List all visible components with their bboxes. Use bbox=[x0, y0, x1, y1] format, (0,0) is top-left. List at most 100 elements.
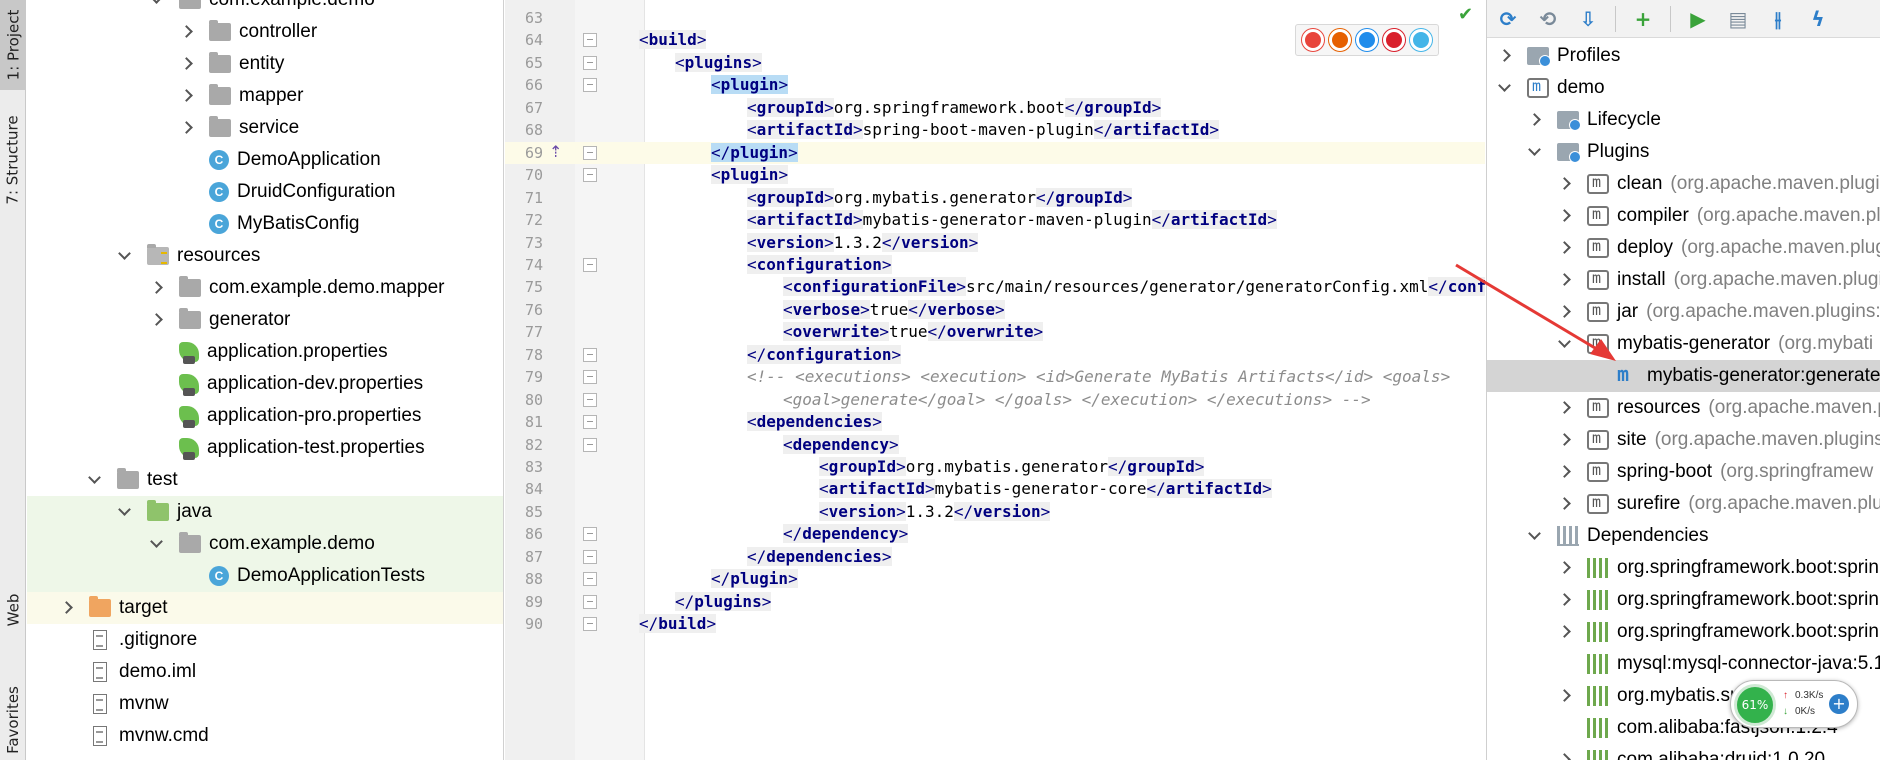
tree-item[interactable]: mapper bbox=[27, 80, 503, 112]
maven-tree-item[interactable]: Profiles bbox=[1487, 40, 1880, 72]
code-line[interactable]: 79 <!-- <executions> <execution> <id>Gene… bbox=[505, 366, 1485, 388]
tree-item[interactable]: test bbox=[27, 464, 503, 496]
code-line[interactable]: 83 <groupId>org.mybatis.generator</groupI… bbox=[505, 456, 1485, 478]
chevron-down-icon[interactable] bbox=[1527, 529, 1541, 543]
chevron-down-icon[interactable] bbox=[117, 249, 131, 263]
chevron-right-icon[interactable] bbox=[1557, 241, 1571, 255]
tree-item[interactable]: mvnw.cmd bbox=[27, 720, 503, 752]
code-line[interactable]: 69 </plugin> bbox=[505, 141, 1485, 164]
fold-marker-icon[interactable] bbox=[583, 617, 597, 632]
tree-item[interactable]: application-test.properties bbox=[27, 432, 503, 464]
chevron-right-icon[interactable] bbox=[1557, 433, 1571, 447]
fold-marker-icon[interactable] bbox=[583, 168, 597, 183]
tree-item[interactable]: application.properties bbox=[27, 336, 503, 368]
chevron-right-icon[interactable] bbox=[179, 89, 193, 103]
chevron-right-icon[interactable] bbox=[149, 313, 163, 327]
maven-tree-item[interactable]: com.alibaba:druid:1.0.20 bbox=[1487, 744, 1880, 760]
chrome-icon[interactable] bbox=[1302, 29, 1325, 51]
code-line[interactable]: 77 <overwrite>true</overwrite> bbox=[505, 321, 1485, 343]
maven-tree-item[interactable]: clean (org.apache.maven.plugin bbox=[1487, 168, 1880, 200]
fold-marker-icon[interactable] bbox=[583, 145, 597, 160]
tree-item[interactable]: com.example.demo bbox=[27, 0, 503, 16]
code-line[interactable]: 68 <artifactId>spring-boot-maven-plugin</… bbox=[505, 119, 1485, 141]
ie-icon[interactable] bbox=[1409, 29, 1432, 51]
code-line[interactable]: 66 <plugin> bbox=[505, 74, 1485, 96]
fold-marker-icon[interactable] bbox=[583, 33, 597, 48]
maven-tree-item[interactable]: Lifecycle bbox=[1487, 104, 1880, 136]
tree-item[interactable]: target bbox=[27, 592, 503, 624]
maven-tree-item[interactable]: demo bbox=[1487, 72, 1880, 104]
tree-item[interactable]: generator bbox=[27, 304, 503, 336]
chevron-down-icon[interactable] bbox=[149, 537, 163, 551]
chevron-down-icon[interactable] bbox=[149, 0, 163, 7]
chevron-right-icon[interactable] bbox=[59, 601, 73, 615]
chevron-right-icon[interactable] bbox=[1497, 49, 1511, 63]
maven-tree-item[interactable]: Dependencies bbox=[1487, 520, 1880, 552]
chevron-right-icon[interactable] bbox=[1557, 401, 1571, 415]
code-line[interactable]: 71 <groupId>org.mybatis.generator</groupI… bbox=[505, 187, 1485, 209]
code-line[interactable]: 88 </plugin> bbox=[505, 568, 1485, 590]
code-line[interactable]: 86 </dependency> bbox=[505, 523, 1485, 545]
tree-item[interactable]: .gitignore bbox=[27, 624, 503, 656]
maven-tree-item[interactable]: resources (org.apache.maven.pl bbox=[1487, 392, 1880, 424]
chevron-right-icon[interactable] bbox=[1557, 465, 1571, 479]
code-line[interactable]: 84 <artifactId>mybatis-generator-core</ar… bbox=[505, 478, 1485, 500]
overridden-method-icon[interactable]: ⇡ bbox=[549, 142, 565, 164]
plus-icon[interactable]: + bbox=[1829, 694, 1849, 714]
download-icon[interactable]: ⇩ bbox=[1575, 6, 1601, 32]
fold-marker-icon[interactable] bbox=[583, 527, 597, 542]
add-project-icon[interactable]: + bbox=[1630, 6, 1656, 32]
fold-marker-icon[interactable] bbox=[583, 55, 597, 70]
maven-tree-item[interactable]: compiler (org.apache.maven.pl bbox=[1487, 200, 1880, 232]
reimport-icon[interactable]: ⟳ bbox=[1495, 6, 1521, 32]
tree-item[interactable]: C MyBatisConfig bbox=[27, 208, 503, 240]
fold-marker-icon[interactable] bbox=[583, 347, 597, 362]
code-line[interactable]: 70 <plugin> bbox=[505, 164, 1485, 186]
execute-goal-icon[interactable]: ▤ bbox=[1725, 6, 1751, 32]
tree-item[interactable]: com.example.demo.mapper bbox=[27, 272, 503, 304]
toggle-offline-icon[interactable]: ⫲ bbox=[1765, 6, 1791, 32]
code-line[interactable]: 74 <configuration> bbox=[505, 254, 1485, 276]
code-line[interactable]: 78 </configuration> bbox=[505, 344, 1485, 366]
network-speed-widget[interactable]: 61% ↑ 0.3K/s ↓ 0K/s + bbox=[1730, 680, 1858, 728]
chevron-right-icon[interactable] bbox=[1557, 625, 1571, 639]
chevron-right-icon[interactable] bbox=[149, 281, 163, 295]
chevron-right-icon[interactable] bbox=[179, 57, 193, 71]
fold-marker-icon[interactable] bbox=[583, 257, 597, 272]
tree-item[interactable]: C DemoApplication bbox=[27, 144, 503, 176]
code-line[interactable]: 81 <dependencies> bbox=[505, 411, 1485, 433]
tool-tab-3[interactable]: Favorites bbox=[0, 680, 26, 760]
opera-icon[interactable] bbox=[1382, 29, 1405, 51]
tool-tab-0[interactable]: 1: Project bbox=[0, 0, 26, 90]
tree-item[interactable]: service bbox=[27, 112, 503, 144]
code-line[interactable]: 82 <dependency> bbox=[505, 434, 1485, 456]
maven-tree-item[interactable]: mysql:mysql-connector-java:5.1 bbox=[1487, 648, 1880, 680]
chevron-right-icon[interactable] bbox=[1557, 753, 1571, 760]
chevron-right-icon[interactable] bbox=[1527, 113, 1541, 127]
code-line[interactable]: 76 <verbose>true</verbose> bbox=[505, 299, 1485, 321]
code-line[interactable]: 89 </plugins> bbox=[505, 591, 1485, 613]
chevron-right-icon[interactable] bbox=[1557, 209, 1571, 223]
fold-marker-icon[interactable] bbox=[583, 370, 597, 385]
tree-item[interactable]: mvnw bbox=[27, 688, 503, 720]
chevron-down-icon[interactable] bbox=[117, 505, 131, 519]
fold-marker-icon[interactable] bbox=[583, 549, 597, 564]
maven-tree-item[interactable]: org.springframework.boot:sprin bbox=[1487, 584, 1880, 616]
maven-tree-item[interactable]: spring-boot (org.springframew bbox=[1487, 456, 1880, 488]
safari-icon[interactable] bbox=[1355, 29, 1378, 51]
code-line[interactable]: 75 <configurationFile>src/main/resources/… bbox=[505, 276, 1485, 298]
maven-tree-item[interactable]: site (org.apache.maven.plugins: bbox=[1487, 424, 1880, 456]
fold-marker-icon[interactable] bbox=[583, 572, 597, 587]
code-line[interactable]: 72 <artifactId>mybatis-generator-maven-pl… bbox=[505, 209, 1485, 231]
chevron-right-icon[interactable] bbox=[179, 25, 193, 39]
maven-tree-item[interactable]: surefire (org.apache.maven.plug bbox=[1487, 488, 1880, 520]
tree-item[interactable]: application-dev.properties bbox=[27, 368, 503, 400]
tree-item[interactable]: entity bbox=[27, 48, 503, 80]
code-line[interactable]: 80 <goal>generate</goal> </goals> </execu… bbox=[505, 389, 1485, 411]
tree-item[interactable]: java bbox=[27, 496, 503, 528]
tool-tab-2[interactable]: Web bbox=[0, 580, 26, 640]
run-icon[interactable]: ▶ bbox=[1685, 6, 1711, 32]
skip-tests-icon[interactable]: ϟ bbox=[1805, 6, 1831, 32]
tree-item[interactable]: demo.iml bbox=[27, 656, 503, 688]
chevron-right-icon[interactable] bbox=[1557, 561, 1571, 575]
